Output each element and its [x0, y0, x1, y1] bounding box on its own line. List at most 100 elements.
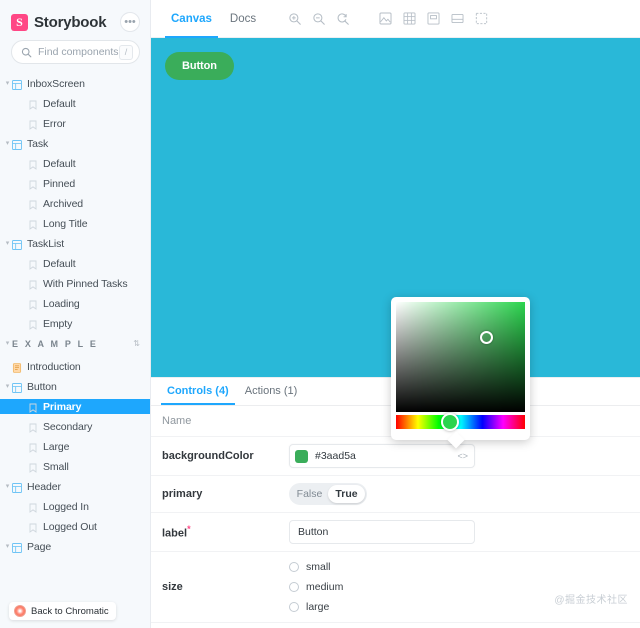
tree-item-label: Page	[27, 540, 52, 553]
radio-control-size: small medium large	[289, 559, 630, 615]
tree-item-pinned[interactable]: Pinned	[0, 176, 150, 191]
sort-icon[interactable]: ⇅	[133, 339, 140, 348]
tree-item-tasklist[interactable]: ▾ TaskList	[0, 236, 150, 251]
text-control-label[interactable]: Button	[289, 520, 475, 544]
tree-item-archived[interactable]: Archived	[0, 196, 150, 211]
story-icon	[29, 260, 37, 270]
zoom-reset-icon[interactable]	[332, 8, 354, 30]
tree-item-label: Secondary	[43, 420, 93, 433]
table-row: backgroundColor #3aad5a <>	[151, 436, 640, 476]
chevron-down-icon: ▾	[5, 80, 10, 87]
tree-item-page[interactable]: ▾ Page	[0, 539, 150, 554]
color-picker-popup[interactable]	[391, 297, 530, 449]
tree-item-large[interactable]: Large	[0, 439, 150, 454]
tree-item-inboxscreen[interactable]: ▾ InboxScreen	[0, 76, 150, 91]
search-container: Find components /	[0, 40, 150, 74]
tree-item-label: Default	[43, 97, 76, 110]
group-heading-example[interactable]: ▾ E X A M P L E ⇅	[0, 336, 150, 351]
background-icon[interactable]	[374, 8, 396, 30]
chevron-down-icon: ▾	[5, 483, 10, 490]
control-name-label: label*	[151, 512, 284, 552]
tree-item-label: Default	[43, 257, 76, 270]
tree-item-default[interactable]: Default	[0, 156, 150, 171]
search-icon	[21, 47, 32, 57]
saturation-cursor[interactable]	[480, 331, 493, 344]
brand-title: Storybook	[34, 13, 107, 31]
story-tree-example: Introduction ▾ Button Primary Secondary Large…	[0, 357, 150, 554]
tree-item-small[interactable]: Small	[0, 459, 150, 474]
back-to-chromatic-button[interactable]: Back to Chromatic	[9, 602, 116, 620]
tree-item-logged-out[interactable]: Logged Out	[0, 519, 150, 534]
tree-item-default[interactable]: Default	[0, 96, 150, 111]
tree-item-label: Archived	[43, 197, 84, 210]
sidebar-menu-button[interactable]: •••	[120, 12, 140, 32]
chevron-down-icon: ▾	[5, 140, 10, 147]
boolean-option-false[interactable]: False	[291, 485, 328, 503]
tab-canvas[interactable]: Canvas	[162, 0, 221, 38]
radio-icon	[289, 582, 299, 592]
saturation-brightness-area[interactable]	[396, 302, 525, 412]
preview-button[interactable]: Button	[165, 52, 234, 80]
search-input[interactable]: Find components /	[11, 40, 140, 64]
code-toggle-icon[interactable]: <>	[457, 451, 468, 461]
group-label: E X A M P L E	[12, 338, 99, 349]
tree-item-introduction[interactable]: Introduction	[0, 359, 150, 374]
story-icon	[29, 443, 37, 453]
story-icon-wrap	[28, 402, 38, 413]
boolean-option-true[interactable]: True	[328, 485, 365, 503]
tree-item-label: InboxScreen	[27, 77, 85, 90]
color-control-backgroundcolor[interactable]: #3aad5a <>	[289, 444, 475, 468]
color-value: #3aad5a	[315, 450, 356, 462]
hue-slider-handle[interactable]	[441, 413, 459, 431]
story-icon-wrap	[28, 422, 38, 433]
hue-slider[interactable]	[396, 413, 525, 431]
sidebar-header: S Storybook •••	[0, 0, 150, 40]
story-icon	[29, 100, 37, 110]
tree-item-primary[interactable]: Primary	[0, 399, 150, 414]
story-icon	[29, 503, 37, 513]
color-swatch[interactable]	[295, 449, 308, 463]
control-name-onclick: onClick	[151, 622, 284, 628]
tree-item-label: Error	[43, 117, 66, 130]
outline-icon[interactable]	[446, 8, 468, 30]
tree-item-task[interactable]: ▾ Task	[0, 136, 150, 151]
chevron-down-icon: ▾	[5, 340, 10, 347]
tree-item-with-pinned-tasks[interactable]: With Pinned Tasks	[0, 276, 150, 291]
tree-item-label: Long Title	[43, 217, 88, 230]
tab-actions[interactable]: Actions (1)	[237, 378, 306, 405]
tree-item-empty[interactable]: Empty	[0, 316, 150, 331]
story-icon-wrap	[28, 259, 38, 270]
ruler-icon[interactable]	[470, 8, 492, 30]
tree-item-logged-in[interactable]: Logged In	[0, 499, 150, 514]
storybook-logo-icon: S	[11, 13, 28, 31]
story-icon	[29, 300, 37, 310]
tree-item-loading[interactable]: Loading	[0, 296, 150, 311]
chromatic-icon	[14, 605, 26, 617]
radio-option-small[interactable]: small	[289, 561, 630, 573]
zoom-in-icon[interactable]	[284, 8, 306, 30]
tab-docs[interactable]: Docs	[221, 0, 265, 38]
tree-item-error[interactable]: Error	[0, 116, 150, 131]
tab-controls[interactable]: Controls (4)	[159, 378, 237, 405]
tree-item-long-title[interactable]: Long Title	[0, 216, 150, 231]
measure-icon[interactable]	[422, 8, 444, 30]
tree-item-label: Loading	[43, 297, 80, 310]
control-name-primary: primary	[151, 475, 284, 513]
tree-item-default[interactable]: Default	[0, 256, 150, 271]
tree-item-label: Button	[27, 380, 57, 393]
story-icon-wrap	[28, 319, 38, 330]
story-icon	[29, 320, 37, 330]
doc-icon-wrap	[12, 362, 22, 373]
tree-item-button[interactable]: ▾ Button	[0, 379, 150, 394]
boolean-control-primary[interactable]: False True	[289, 483, 367, 505]
component-icon-wrap	[12, 542, 22, 553]
zoom-out-icon[interactable]	[308, 8, 330, 30]
story-icon	[29, 280, 37, 290]
sidebar: S Storybook ••• Find components / ▾ Inbox…	[0, 0, 151, 628]
table-row: onClick -	[151, 622, 640, 628]
grid-icon[interactable]	[398, 8, 420, 30]
tree-item-secondary[interactable]: Secondary	[0, 419, 150, 434]
story-icon	[29, 180, 37, 190]
tree-item-label: Large	[43, 440, 70, 453]
tree-item-header[interactable]: ▾ Header	[0, 479, 150, 494]
